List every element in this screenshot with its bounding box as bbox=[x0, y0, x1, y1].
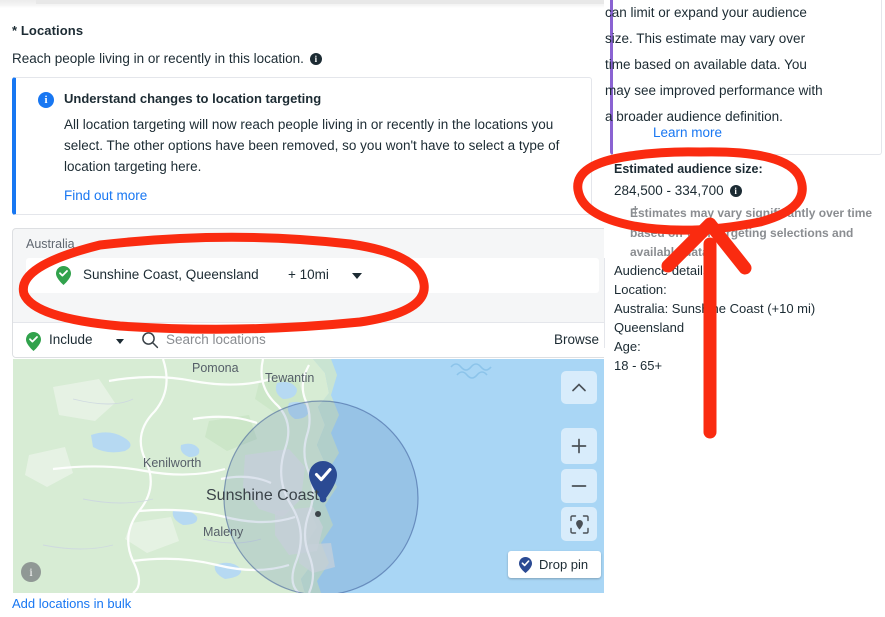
chevron-down-icon[interactable] bbox=[352, 273, 362, 279]
search-input[interactable]: Search locations bbox=[166, 332, 266, 347]
audience-location-label: Location: bbox=[614, 282, 667, 297]
location-targeting-notice: i Understand changes to location targeti… bbox=[12, 77, 592, 215]
map-collapse-button[interactable] bbox=[561, 371, 597, 404]
page-title: * Locations bbox=[12, 23, 84, 38]
drop-pin-button[interactable]: Drop pin bbox=[508, 551, 601, 578]
locate-icon bbox=[569, 514, 589, 534]
panel-divider bbox=[604, 258, 605, 348]
notice-title: Understand changes to location targeting bbox=[64, 91, 322, 106]
audience-location-value: Australia: Sunshine Coast (+10 mi) Queen… bbox=[614, 301, 816, 335]
locations-selector: Australia Sunshine Coast, Queensland + 1… bbox=[12, 228, 604, 358]
map-zoom-out-button[interactable] bbox=[561, 469, 597, 503]
add-locations-in-bulk-link[interactable]: Add locations in bulk bbox=[12, 596, 131, 611]
section-subtitle: Reach people living in or recently in th… bbox=[12, 51, 322, 66]
drop-pin-label: Drop pin bbox=[539, 557, 589, 572]
location-radius-value: + 10mi bbox=[288, 267, 329, 282]
info-icon: i bbox=[38, 92, 54, 108]
info-icon[interactable]: i bbox=[309, 52, 322, 65]
audience-age-label: Age: bbox=[614, 339, 641, 354]
audience-tip-text: can limit or expand your audience size. … bbox=[605, 5, 823, 124]
find-out-more-link[interactable]: Find out more bbox=[64, 188, 147, 203]
location-group-label: Australia bbox=[26, 237, 75, 251]
audience-age-value: 18 - 65+ bbox=[614, 358, 663, 373]
estimate-disclaimer: Estimates may vary significantly over ti… bbox=[630, 206, 873, 259]
info-icon[interactable]: i bbox=[729, 184, 742, 197]
drop-pin-icon bbox=[519, 556, 532, 573]
selected-location-label: Sunshine Coast, Queensland bbox=[83, 267, 259, 282]
map-info-button[interactable]: i bbox=[21, 562, 41, 582]
chevron-down-icon[interactable] bbox=[116, 339, 124, 344]
estimate-range-text: 284,500 - 334,700 bbox=[614, 183, 724, 198]
include-pin-icon bbox=[26, 332, 41, 351]
location-pin-icon bbox=[56, 266, 71, 285]
browse-button[interactable]: Browse bbox=[554, 332, 599, 347]
location-search-row: Include Search locations Browse bbox=[13, 322, 604, 357]
estimated-audience-size-label: Estimated audience size: bbox=[614, 162, 763, 176]
map-locate-button[interactable] bbox=[561, 507, 597, 541]
locations-form-panel: * Locations Reach people living in or re… bbox=[0, 0, 604, 617]
chevron-up-icon bbox=[572, 383, 586, 392]
plus-icon bbox=[571, 438, 587, 454]
include-dropdown-label[interactable]: Include bbox=[49, 332, 93, 347]
notice-body: All location targeting will now reach pe… bbox=[64, 117, 560, 174]
search-icon bbox=[141, 331, 159, 354]
learn-more-link[interactable]: Learn more bbox=[653, 125, 722, 140]
selected-location-row[interactable]: Sunshine Coast, Queensland + 10mi bbox=[26, 258, 599, 293]
screen-root: * Locations Reach people living in or re… bbox=[0, 0, 885, 617]
minus-icon bbox=[571, 485, 587, 487]
audience-details: Audience details Location: Australia: Su… bbox=[614, 261, 882, 375]
map-zoom-in-button[interactable] bbox=[561, 428, 597, 464]
top-edge-strip bbox=[0, 0, 604, 8]
section-subtitle-text: Reach people living in or recently in th… bbox=[12, 51, 304, 66]
audience-details-heading: Audience details bbox=[614, 263, 710, 278]
estimated-audience-size-value: 284,500 - 334,700 i bbox=[614, 183, 742, 198]
